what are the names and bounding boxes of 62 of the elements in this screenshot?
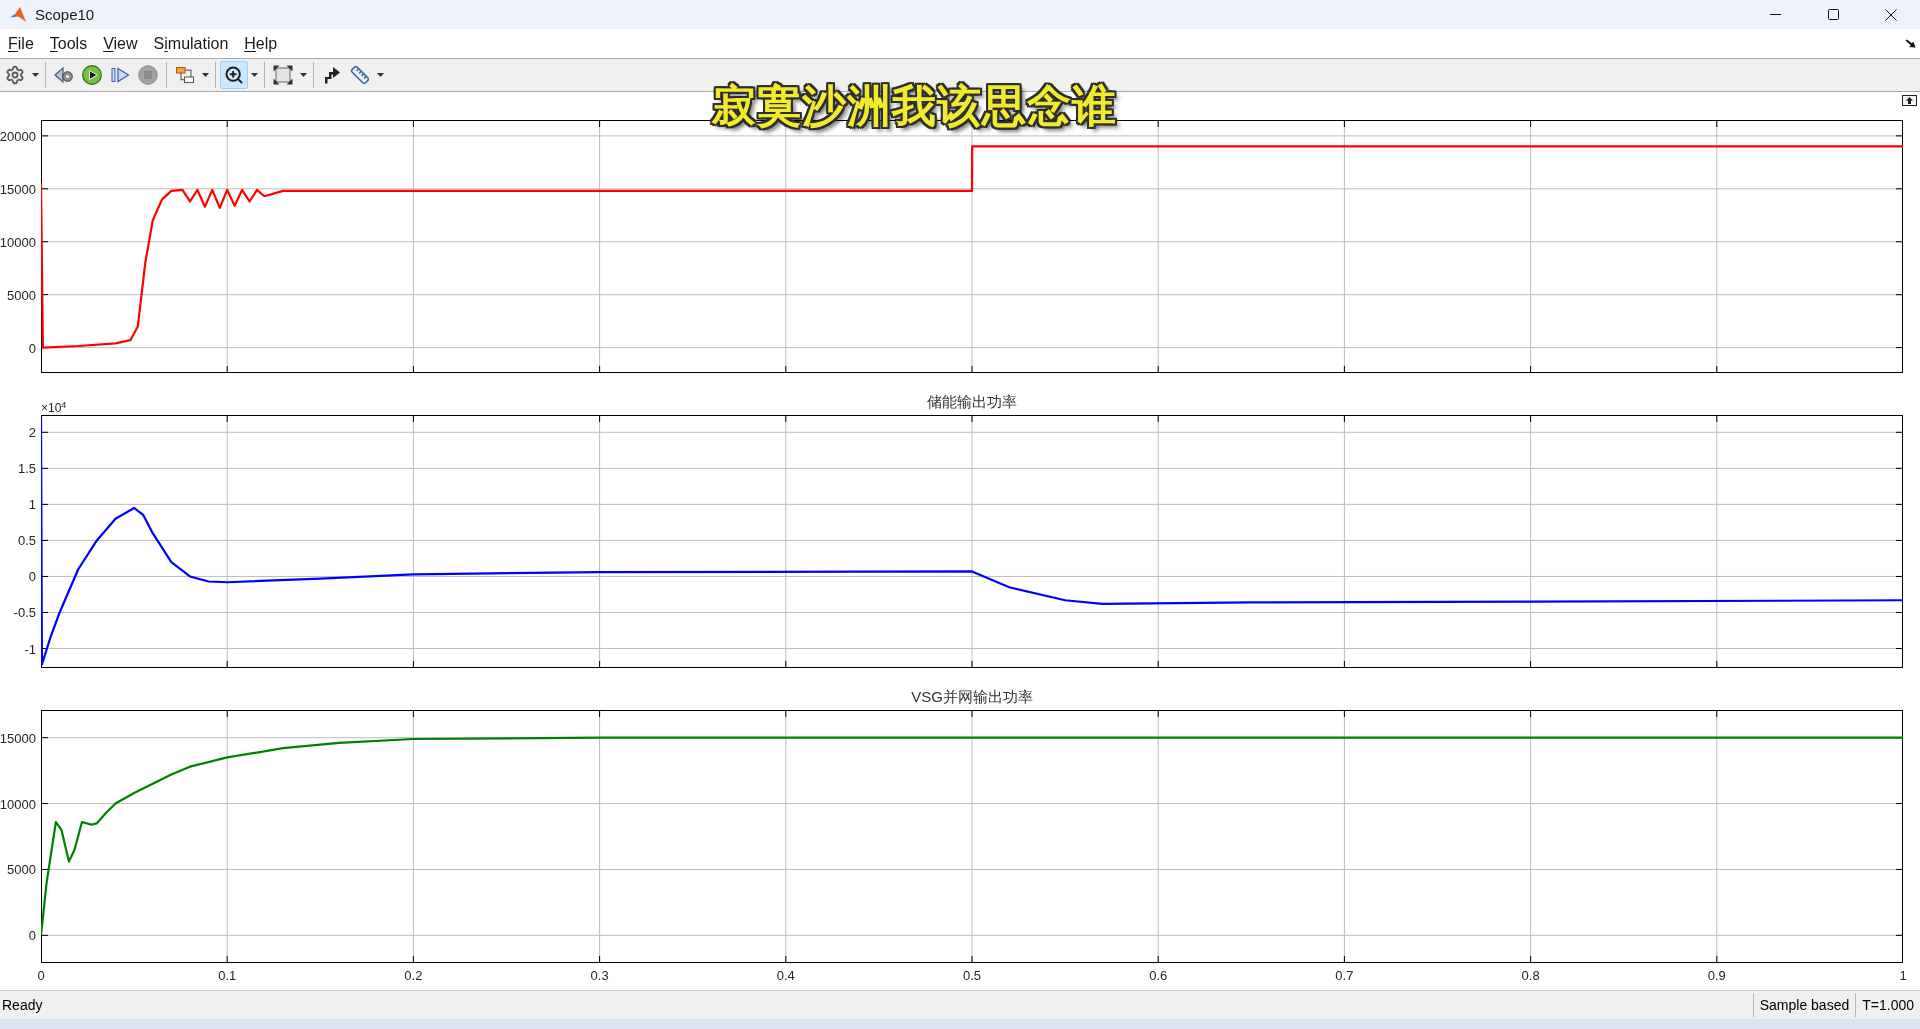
caret-icon[interactable]: [31, 73, 39, 77]
y-tick-label: -1: [24, 642, 36, 656]
ruler-icon: [350, 65, 370, 85]
menu-item[interactable]: Simulation: [145, 35, 237, 52]
play-icon: [82, 65, 102, 85]
dock-arrow-icon[interactable]: [1905, 39, 1916, 48]
gear-icon: [5, 65, 25, 85]
overlay-caption: 寂寞沙洲我该思念谁: [712, 84, 1117, 128]
x-tick-label: 0.3: [590, 969, 609, 982]
chart-title: 储能输出功率: [927, 394, 1017, 409]
x-tick-label: 1: [1899, 969, 1907, 982]
x-tick-label: 0.5: [962, 969, 982, 982]
y-tick-label: 5000: [7, 288, 36, 302]
y-tick-label: 2: [28, 425, 36, 439]
step-back-icon: [54, 65, 74, 85]
status-field: T=1.000: [1855, 993, 1920, 1017]
menu-item[interactable]: File: [0, 35, 42, 52]
y-tick-label: 10000: [0, 797, 36, 811]
caret-icon[interactable]: [250, 73, 258, 77]
menu-item[interactable]: Help: [236, 35, 286, 52]
chart-title: VSG并网输出功率: [911, 689, 1033, 704]
y-tick-label: 0: [28, 341, 36, 355]
zoom-in-button[interactable]: [220, 61, 248, 89]
zoom-in-icon: [224, 65, 244, 85]
y-tick-label: 5000: [7, 862, 36, 876]
x-tick-label: 0.1: [218, 969, 237, 982]
y-tick-label: 0: [28, 928, 36, 942]
y-tick-label: 1.5: [17, 461, 36, 475]
y-tick-label: 20000: [0, 129, 36, 143]
x-tick-label: 0.2: [404, 969, 423, 982]
close-icon: [1885, 8, 1897, 21]
y-tick-label: 1: [28, 497, 36, 511]
step-arrow-icon: [322, 65, 342, 85]
x-tick-label: 0.8: [1521, 969, 1540, 982]
y-tick-label: 0.5: [17, 533, 36, 547]
step-forward-icon: [110, 65, 130, 85]
peak-logo-icon: [9, 5, 27, 24]
y-tick-label: 0: [28, 569, 36, 583]
menu-item[interactable]: Tools: [41, 35, 96, 52]
x-tick-label: 0.7: [1335, 969, 1354, 982]
maximize-icon: [1827, 9, 1839, 20]
y-tick-label: -0.5: [13, 606, 36, 619]
arrow-box-icon[interactable]: [1902, 95, 1917, 106]
x-tick-label: 0.4: [776, 969, 795, 982]
y-tick-label: 15000: [0, 182, 36, 196]
window-title: Scope10: [35, 7, 95, 22]
x-tick-label: 0: [37, 969, 45, 982]
y-tick-label: 10000: [0, 235, 36, 249]
caret-icon[interactable]: [376, 73, 384, 77]
minimize-icon: [1769, 14, 1781, 15]
caret-icon[interactable]: [201, 73, 209, 77]
status-field: Sample based: [1752, 993, 1856, 1017]
stop-icon: [138, 65, 158, 85]
caret-icon[interactable]: [299, 73, 307, 77]
x-tick-label: 0.9: [1707, 969, 1726, 982]
y-tick-label: 15000: [0, 731, 36, 745]
menu-item[interactable]: View: [95, 35, 146, 52]
status-text: Ready: [2, 998, 43, 1012]
fit-arrows-icon: [273, 65, 293, 85]
block-diagram-icon: [175, 65, 195, 85]
x-tick-label: 0.6: [1149, 969, 1168, 982]
axis-exponent-label: ×10$^{4}$: [41, 402, 67, 414]
